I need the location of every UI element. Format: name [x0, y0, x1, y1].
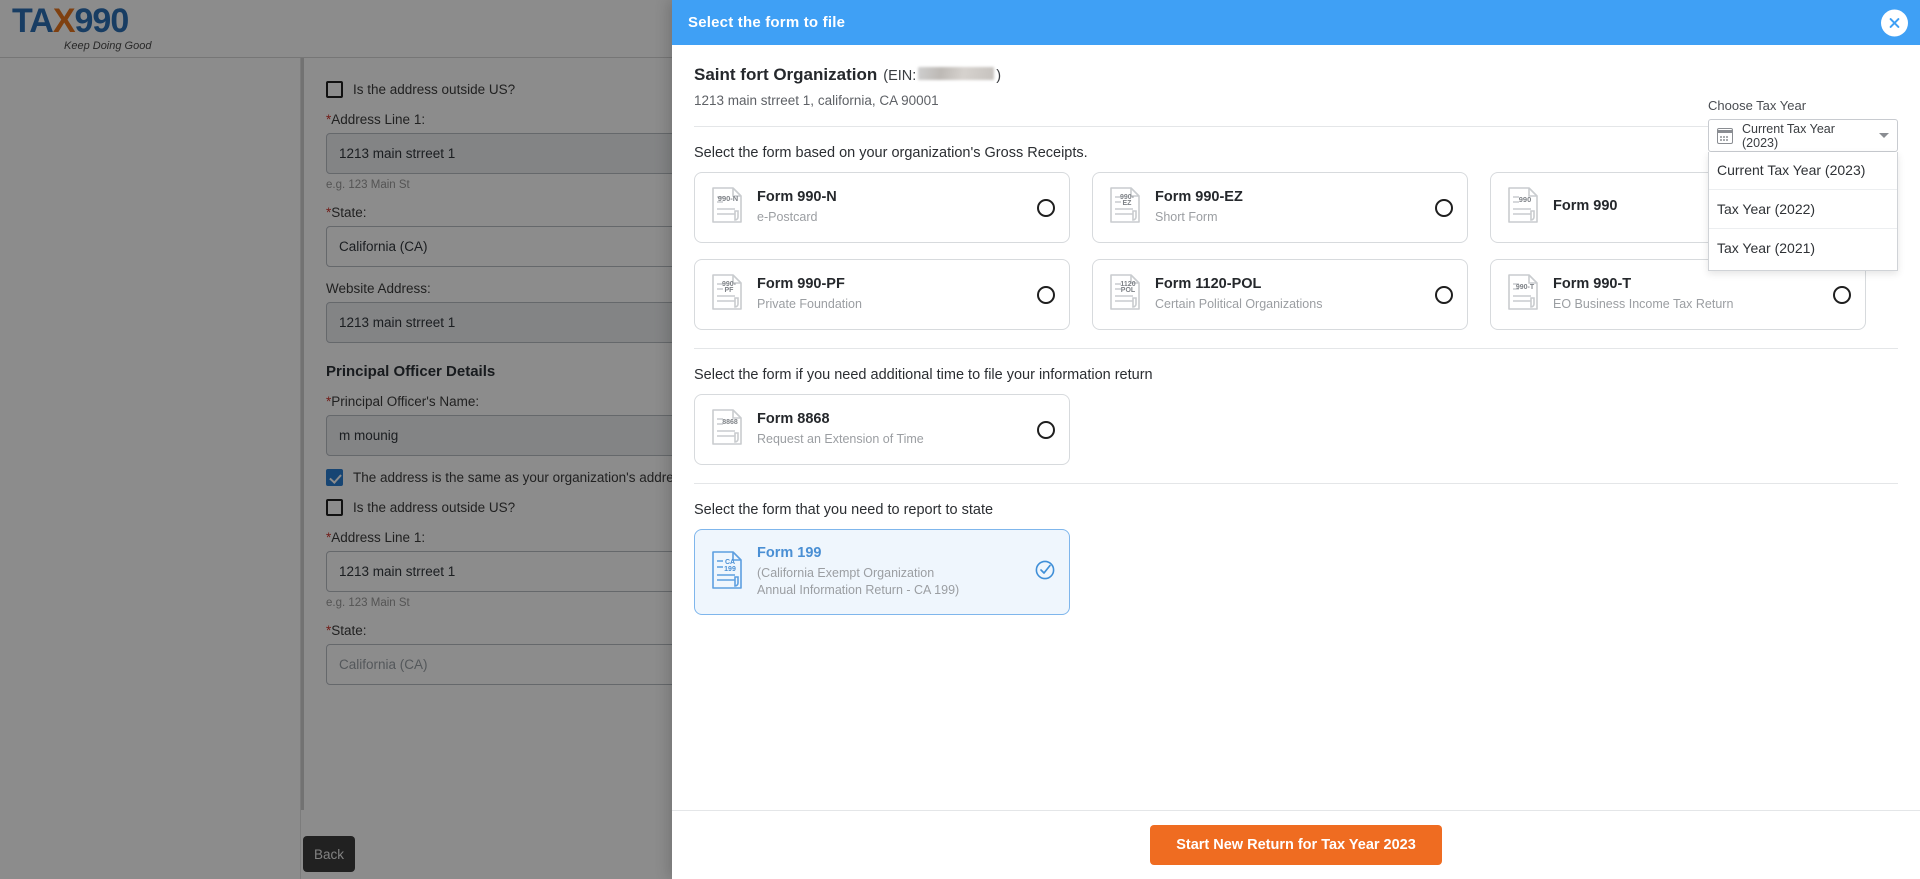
form-1120pol-title: Form 1120-POL: [1155, 276, 1435, 292]
tax-year-option-0[interactable]: Current Tax Year (2023): [1709, 152, 1897, 190]
svg-text:PF: PF: [725, 287, 735, 294]
form-990ez-title: Form 990-EZ: [1155, 189, 1435, 205]
section-divider-2: [694, 348, 1898, 349]
form-990t-text: Form 990-T EO Business Income Tax Return: [1553, 276, 1833, 313]
form-990pf-title: Form 990-PF: [757, 276, 1037, 292]
form-card-row-4: CA199 Form 199 (California Exempt Organi…: [694, 529, 1898, 615]
calendar-icon: [1717, 128, 1733, 144]
form-990ez-icon: 990-EZ: [1107, 185, 1143, 230]
ein-masked-value: [918, 67, 994, 80]
form-8868-title: Form 8868: [757, 411, 1037, 427]
tax-year-select[interactable]: Current Tax Year (2023): [1708, 119, 1898, 152]
section-title-state: Select the form that you need to report …: [694, 502, 1898, 518]
form-8868-card[interactable]: 8868 Form 8868 Request an Extension of T…: [694, 394, 1070, 465]
start-new-return-button[interactable]: Start New Return for Tax Year 2023: [1150, 825, 1442, 865]
modal-footer: Start New Return for Tax Year 2023: [672, 810, 1920, 879]
tax-year-option-2[interactable]: Tax Year (2021): [1709, 229, 1897, 270]
svg-text:CA: CA: [725, 559, 735, 566]
section-divider-3: [694, 483, 1898, 484]
ein-label: (EIN:: [883, 68, 916, 84]
form-990pf-subtitle: Private Foundation: [757, 296, 1037, 313]
modal-body: Saint fort Organization (EIN: ) 1213 mai…: [672, 45, 1920, 810]
form-8868-text: Form 8868 Request an Extension of Time: [757, 411, 1037, 448]
svg-text:199: 199: [724, 566, 736, 573]
form-1120pol-card[interactable]: 1120POL Form 1120-POL Certain Political …: [1092, 259, 1468, 330]
form-990t-subtitle: EO Business Income Tax Return: [1553, 296, 1833, 313]
form-990n-subtitle: e-Postcard: [757, 209, 1037, 226]
form-199-subtitle: (California Exempt Organization Annual I…: [757, 565, 1035, 599]
form-1120pol-text: Form 1120-POL Certain Political Organiza…: [1155, 276, 1435, 313]
form-8868-radio[interactable]: [1037, 421, 1055, 439]
form-card-990n[interactable]: 990-N Form 990-N e-Postcard: [694, 172, 1070, 243]
form-199-title: Form 199: [757, 545, 1035, 561]
close-icon[interactable]: [1881, 9, 1908, 36]
svg-text:POL: POL: [1121, 287, 1136, 294]
form-990n-text: Form 990-N e-Postcard: [757, 189, 1037, 226]
chevron-down-icon: [1879, 133, 1889, 138]
form-199-selected-check-icon[interactable]: [1035, 560, 1055, 585]
form-990ez-card[interactable]: 990-EZ Form 990-EZ Short Form: [1092, 172, 1468, 243]
form-990ez-text: Form 990-EZ Short Form: [1155, 189, 1435, 226]
form-990-icon: 990: [1505, 185, 1541, 230]
select-form-modal: Select the form to file Saint fort Organ…: [672, 0, 1920, 879]
modal-title: Select the form to file: [688, 14, 845, 31]
form-199-icon: CA199: [709, 549, 745, 596]
form-990pf-radio[interactable]: [1037, 286, 1055, 304]
form-990t-radio[interactable]: [1833, 286, 1851, 304]
svg-text:8868: 8868: [722, 419, 738, 426]
form-990t-icon: 990-T: [1505, 272, 1541, 317]
modal-header: Select the form to file: [672, 0, 1920, 45]
form-990t-title: Form 990-T: [1553, 276, 1833, 292]
svg-text:EZ: EZ: [1123, 200, 1133, 207]
form-card-row-3: 8868 Form 8868 Request an Extension of T…: [694, 394, 1898, 465]
form-990n-radio[interactable]: [1037, 199, 1055, 217]
form-1120pol-radio[interactable]: [1435, 286, 1453, 304]
form-990n-title: Form 990-N: [757, 189, 1037, 205]
form-990ez-radio[interactable]: [1435, 199, 1453, 217]
form-990ez-subtitle: Short Form: [1155, 209, 1435, 226]
tax-year-selected-value: Current Tax Year (2023): [1742, 122, 1870, 150]
form-199-card[interactable]: CA199 Form 199 (California Exempt Organi…: [694, 529, 1070, 615]
form-990pf-icon: 990-PF: [709, 272, 745, 317]
organization-name: Saint fort Organization: [694, 65, 877, 85]
form-199-text: Form 199 (California Exempt Organization…: [757, 545, 1035, 599]
section-title-extension: Select the form if you need additional t…: [694, 367, 1898, 383]
ein-close-paren: ): [996, 68, 1001, 84]
form-8868-subtitle: Request an Extension of Time: [757, 431, 1037, 448]
tax-year-dropdown-menu: Current Tax Year (2023) Tax Year (2022) …: [1708, 152, 1898, 271]
form-1120pol-subtitle: Certain Political Organizations: [1155, 296, 1435, 313]
form-990pf-card[interactable]: 990-PF Form 990-PF Private Foundation: [694, 259, 1070, 330]
tax-year-label: Choose Tax Year: [1708, 98, 1898, 113]
form-8868-icon: 8868: [709, 407, 745, 452]
form-990pf-text: Form 990-PF Private Foundation: [757, 276, 1037, 313]
svg-text:990-N: 990-N: [718, 194, 738, 203]
svg-text:990-T: 990-T: [1516, 284, 1535, 291]
form-1120pol-icon: 1120POL: [1107, 272, 1143, 317]
tax-year-option-1[interactable]: Tax Year (2022): [1709, 190, 1897, 229]
form-990n-icon: 990-N: [709, 185, 745, 230]
tax-year-widget: Choose Tax Year Current Tax Year (2023) …: [1708, 98, 1898, 271]
organization-name-line: Saint fort Organization (EIN: ): [694, 65, 1898, 85]
svg-text:990: 990: [1519, 195, 1532, 204]
